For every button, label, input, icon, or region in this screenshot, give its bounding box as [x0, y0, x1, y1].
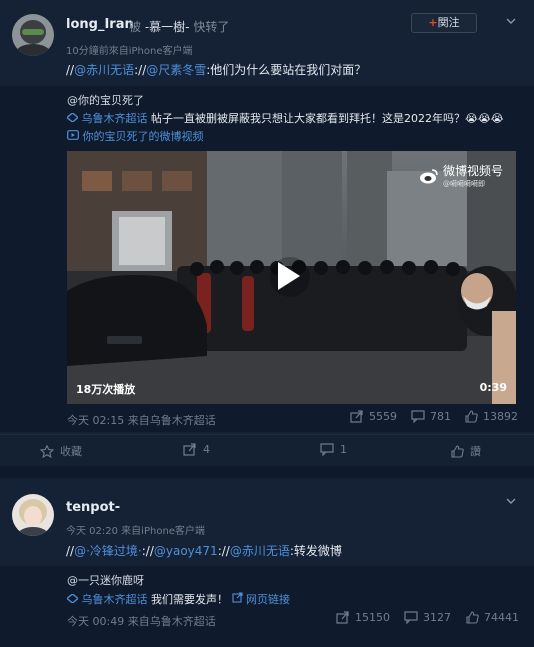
- comment-count: 781: [430, 410, 451, 423]
- mention-link[interactable]: @·冷锋过境·: [74, 544, 142, 558]
- like-stat[interactable]: 74441: [466, 611, 519, 624]
- text-prefix: //: [66, 63, 75, 77]
- web-link[interactable]: 网页链接: [231, 592, 290, 606]
- post-card: long_Iran 被 -慕一樹- 快转了 +関注 10分鐘前來自iPhone客…: [0, 0, 534, 466]
- share-count: 5559: [369, 410, 397, 423]
- video-player[interactable]: 微博视频号 @嗬嗬嗬嗬即 18万次播放 0:39: [67, 151, 516, 404]
- quoted-meta: 今天 00:49 来自乌鲁木齐超话: [67, 615, 216, 628]
- watermark-sub: @嗬嗬嗬嗬即: [443, 180, 485, 188]
- mention-link[interactable]: @尺素冬雪: [146, 63, 206, 77]
- thumbs-up-icon: [451, 444, 464, 458]
- topic-link[interactable]: 乌鲁木齐超话: [65, 593, 151, 606]
- quoted-body: 我们需要发声！: [151, 593, 228, 606]
- author-name[interactable]: long_Iran: [66, 17, 134, 32]
- post-meta: 今天 02:20 来自iPhone客户端: [66, 526, 205, 537]
- comment-count: 3127: [423, 611, 451, 624]
- comment-icon: [320, 443, 334, 456]
- comment-stat[interactable]: 781: [411, 410, 451, 423]
- comment-stat[interactable]: 3127: [404, 611, 451, 624]
- weibo-logo-icon: [420, 168, 438, 183]
- like-count: 13892: [483, 410, 518, 423]
- like-count: 74441: [484, 611, 519, 624]
- text-prefix: //: [66, 544, 75, 558]
- text-body: :转发微博: [289, 544, 342, 558]
- comment-button[interactable]: 1: [320, 443, 347, 456]
- share-icon: [336, 611, 349, 624]
- post-meta: 10分鐘前來自iPhone客户端: [66, 46, 193, 57]
- share-icon: [350, 410, 363, 423]
- text-sep: ://: [141, 544, 154, 558]
- star-icon: [40, 444, 54, 458]
- via-label: 被: [129, 20, 142, 34]
- mention-link[interactable]: @赤川无语: [230, 544, 290, 558]
- share-stat[interactable]: 15150: [336, 611, 390, 624]
- post-card: tenpot- 今天 02:20 来自iPhone客户端 //@·冷锋过境·:/…: [0, 478, 534, 647]
- thumbs-up-icon: [466, 611, 479, 624]
- quoted-post: @一只迷你鹿呀 乌鲁木齐超话 我们需要发声！ 网页链接 今天 00:49 来自乌…: [0, 566, 534, 647]
- favorite-button[interactable]: 收藏: [40, 443, 82, 459]
- video-duration: 0:39: [479, 381, 507, 394]
- play-icon[interactable]: [273, 259, 303, 293]
- follow-button[interactable]: +関注: [411, 13, 477, 33]
- like-stat[interactable]: 13892: [465, 410, 518, 423]
- quoted-text: 乌鲁木齐超话 帖子一直被删被屏蔽我只想让大家都看到拜托！这是2022年吗？😭😭😭: [65, 110, 504, 126]
- topic-link[interactable]: 乌鲁木齐超话: [65, 112, 151, 125]
- text-sep: ://: [134, 63, 147, 77]
- author-name[interactable]: tenpot-: [66, 500, 120, 515]
- follow-label: 関注: [437, 16, 460, 29]
- avatar[interactable]: [12, 14, 54, 56]
- video-link[interactable]: 你的宝贝死了的微博视频: [67, 128, 204, 144]
- web-link-label: 网页链接: [246, 593, 290, 606]
- like-button[interactable]: 讚: [451, 443, 481, 459]
- link-icon: [231, 592, 243, 603]
- quoted-user[interactable]: @一只迷你鹿呀: [67, 572, 144, 588]
- comment-icon: [404, 611, 418, 624]
- plus-icon: +: [428, 16, 438, 29]
- share-count: 15150: [355, 611, 390, 624]
- quoted-body: 帖子一直被删被屏蔽我只想让大家都看到拜托！这是2022年吗？😭😭😭: [151, 112, 504, 125]
- mention-link[interactable]: @yaoy471: [154, 544, 218, 558]
- share-stat[interactable]: 5559: [350, 410, 397, 423]
- play-count: 18万次播放: [76, 383, 136, 396]
- via-user[interactable]: -慕一樹-: [145, 20, 190, 34]
- like-label: 讚: [470, 445, 481, 458]
- topic-label: 乌鲁木齐超话: [81, 593, 148, 606]
- via-action: 快转了: [193, 20, 230, 34]
- action-bar: 收藏 4 1 讚: [0, 434, 534, 466]
- diamond-icon: [65, 593, 80, 604]
- post-text: //@赤川无语://@尺素冬雪:他们为什么要站在我们对面？: [66, 61, 366, 78]
- mention-link[interactable]: @赤川无语: [74, 63, 134, 77]
- quoted-user[interactable]: @你的宝贝死了: [67, 92, 144, 108]
- post-text: //@·冷锋过境·://@yaoy471://@赤川无语:转发微博: [66, 542, 342, 559]
- video-watermark: 微博视频号 @嗬嗬嗬嗬即: [419, 162, 503, 189]
- video-link-label: 你的宝贝死了的微博视频: [82, 130, 204, 143]
- chevron-down-icon[interactable]: [505, 15, 517, 27]
- share-icon: [183, 443, 196, 456]
- thumbs-up-icon: [465, 410, 478, 423]
- quoted-meta: 今天 02:15 来自乌鲁木齐超话: [67, 414, 216, 427]
- chevron-down-icon[interactable]: [505, 495, 517, 507]
- repost-count: 4: [203, 443, 210, 456]
- text-body: :他们为什么要站在我们对面？: [206, 63, 367, 77]
- repost-by: 被 -慕一樹- 快转了: [129, 18, 229, 35]
- comment-count: 1: [340, 443, 347, 456]
- avatar[interactable]: [12, 494, 54, 536]
- repost-button[interactable]: 4: [183, 443, 210, 456]
- video-icon: [67, 130, 79, 140]
- quoted-text: 乌鲁木齐超话 我们需要发声！ 网页链接: [65, 591, 290, 607]
- comment-icon: [411, 410, 425, 423]
- text-sep: ://: [217, 544, 230, 558]
- favorite-label: 收藏: [60, 445, 82, 458]
- topic-label: 乌鲁木齐超话: [81, 112, 148, 125]
- diamond-icon: [65, 112, 80, 123]
- watermark-label: 微博视频号: [443, 164, 504, 178]
